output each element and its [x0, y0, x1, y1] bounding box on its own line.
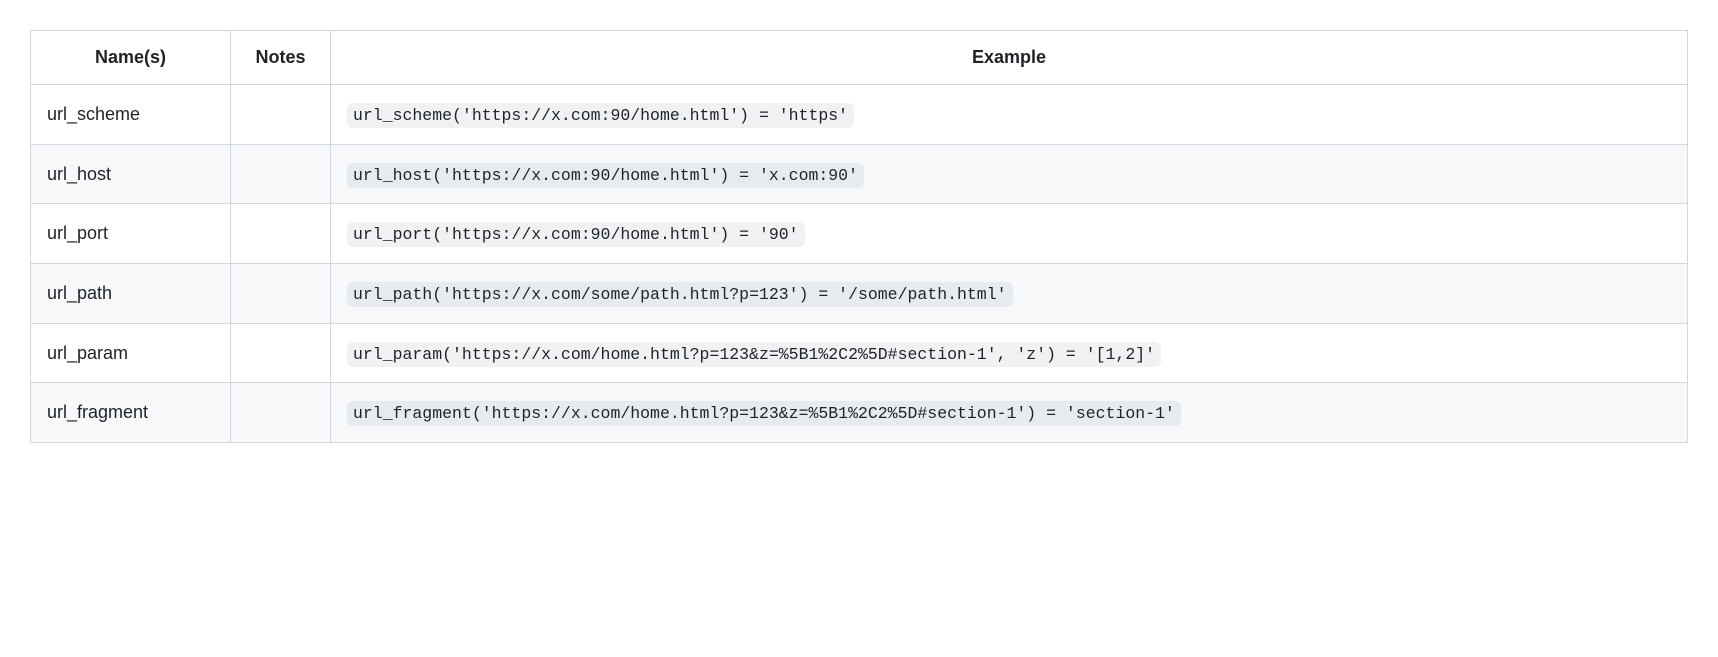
example-code: url_host('https://x.com:90/home.html') =…: [347, 163, 864, 188]
cell-example: url_port('https://x.com:90/home.html') =…: [331, 204, 1688, 264]
example-code: url_port('https://x.com:90/home.html') =…: [347, 222, 805, 247]
header-names: Name(s): [31, 31, 231, 85]
example-code: url_path('https://x.com/some/path.html?p…: [347, 282, 1013, 307]
header-example: Example: [331, 31, 1688, 85]
table-row: url_scheme url_scheme('https://x.com:90/…: [31, 85, 1688, 145]
table-row: url_param url_param('https://x.com/home.…: [31, 323, 1688, 383]
cell-name: url_path: [31, 264, 231, 324]
cell-example: url_scheme('https://x.com:90/home.html')…: [331, 85, 1688, 145]
cell-notes: [231, 85, 331, 145]
cell-example: url_path('https://x.com/some/path.html?p…: [331, 264, 1688, 324]
cell-name: url_host: [31, 144, 231, 204]
example-code: url_param('https://x.com/home.html?p=123…: [347, 342, 1161, 367]
cell-notes: [231, 323, 331, 383]
cell-example: url_fragment('https://x.com/home.html?p=…: [331, 383, 1688, 443]
functions-table: Name(s) Notes Example url_scheme url_sch…: [30, 30, 1688, 443]
table-row: url_host url_host('https://x.com:90/home…: [31, 144, 1688, 204]
cell-name: url_port: [31, 204, 231, 264]
cell-example: url_param('https://x.com/home.html?p=123…: [331, 323, 1688, 383]
cell-example: url_host('https://x.com:90/home.html') =…: [331, 144, 1688, 204]
cell-notes: [231, 144, 331, 204]
table-header-row: Name(s) Notes Example: [31, 31, 1688, 85]
cell-notes: [231, 204, 331, 264]
example-code: url_fragment('https://x.com/home.html?p=…: [347, 401, 1181, 426]
table-row: url_fragment url_fragment('https://x.com…: [31, 383, 1688, 443]
cell-name: url_scheme: [31, 85, 231, 145]
header-notes: Notes: [231, 31, 331, 85]
cell-notes: [231, 264, 331, 324]
table-row: url_path url_path('https://x.com/some/pa…: [31, 264, 1688, 324]
cell-notes: [231, 383, 331, 443]
table-row: url_port url_port('https://x.com:90/home…: [31, 204, 1688, 264]
example-code: url_scheme('https://x.com:90/home.html')…: [347, 103, 854, 128]
cell-name: url_param: [31, 323, 231, 383]
cell-name: url_fragment: [31, 383, 231, 443]
